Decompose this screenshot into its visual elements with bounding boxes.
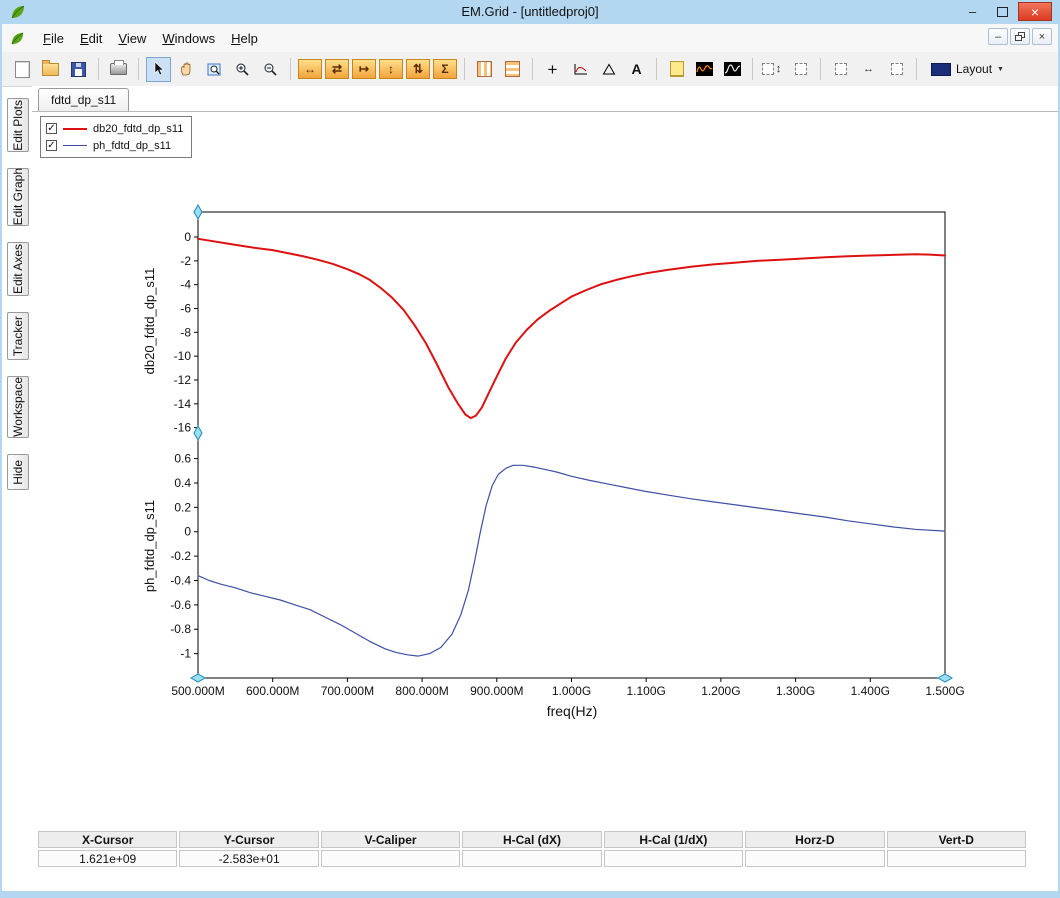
y-tick-label: -14 [174, 397, 192, 411]
legend-checkbox-db20[interactable]: ✓ [46, 123, 57, 134]
y-axis-label-db20: db20_fdtd_dp_s11 [142, 268, 157, 375]
legend-label: db20_fdtd_dp_s11 [93, 123, 183, 135]
legend-label: ph_fdtd_dp_s11 [93, 140, 171, 152]
window-bottom-border [2, 891, 1058, 898]
y-tick-label: -0.4 [170, 573, 191, 587]
x-tick-label: 1.200G [701, 684, 740, 698]
legend-entry[interactable]: ✓ ph_fdtd_dp_s11 [46, 137, 183, 154]
x-tick-label: 1.000G [552, 684, 591, 698]
status-value-h-cal-dx [462, 850, 601, 867]
y-tick-label: -0.2 [170, 549, 191, 563]
y-tick-label: -4 [180, 278, 191, 292]
y-tick-label: 0 [184, 230, 191, 244]
x-tick-label: 1.500G [925, 684, 964, 698]
status-value-v-caliper [321, 850, 460, 867]
status-value-row: 1.621e+09 -2.583e+01 [38, 850, 1026, 867]
status-header-horz-d: Horz-D [745, 831, 884, 848]
x-tick-label: 500.000M [171, 684, 224, 698]
y-tick-label: 0.4 [174, 476, 191, 490]
status-header-h-cal-dx: H-Cal (dX) [462, 831, 601, 848]
plot-frame [198, 212, 945, 678]
y-tick-label: 0.2 [174, 500, 191, 514]
status-header-v-caliper: V-Caliper [321, 831, 460, 848]
legend-line-sample [63, 128, 87, 130]
x-tick-label: 1.400G [851, 684, 890, 698]
status-value-vert-d [887, 850, 1026, 867]
y-tick-label: 0 [184, 525, 191, 539]
status-value-h-cal-1dx [604, 850, 743, 867]
legend-checkbox-ph[interactable]: ✓ [46, 140, 57, 151]
app-window: EM.Grid - [untitledproj0] – × File Edit … [0, 0, 1060, 898]
legend: ✓ db20_fdtd_dp_s11 ✓ ph_fdtd_dp_s11 [40, 116, 192, 158]
x-axis-label: freq(Hz) [547, 703, 598, 719]
y-tick-label: -1 [180, 647, 191, 661]
status-value-x-cursor: 1.621e+09 [38, 850, 177, 867]
y-tick-label: -10 [174, 349, 192, 363]
x-tick-label: 800.000M [395, 684, 448, 698]
y-tick-label: -0.8 [170, 622, 191, 636]
x-tick-label: 1.300G [776, 684, 815, 698]
status-header-row: X-Cursor Y-Cursor V-Caliper H-Cal (dX) H… [38, 831, 1026, 848]
legend-entry[interactable]: ✓ db20_fdtd_dp_s11 [46, 120, 183, 137]
y-tick-label: -2 [180, 254, 191, 268]
y-tick-label: -16 [174, 421, 192, 435]
y-tick-label: -6 [180, 301, 191, 315]
y-axis-label-ph: ph_fdtd_dp_s11 [142, 500, 157, 592]
x-tick-label: 900.000M [470, 684, 523, 698]
x-tick-label: 700.000M [321, 684, 374, 698]
status-header-vert-d: Vert-D [887, 831, 1026, 848]
y-tick-label: -12 [174, 373, 192, 387]
status-value-horz-d [745, 850, 884, 867]
legend-line-sample [63, 145, 87, 146]
cursor-status-bar: X-Cursor Y-Cursor V-Caliper H-Cal (dX) H… [38, 831, 1026, 869]
status-header-x-cursor: X-Cursor [38, 831, 177, 848]
axis-handle-top[interactable] [194, 205, 202, 219]
status-header-h-cal-1dx: H-Cal (1/dX) [604, 831, 743, 848]
y-tick-label: -0.6 [170, 598, 191, 612]
x-tick-label: 1.100G [627, 684, 666, 698]
axis-handle-bottom-right[interactable] [938, 674, 952, 682]
series-ph_fdtd_dp_s11 [198, 465, 945, 656]
status-value-y-cursor: -2.583e+01 [179, 850, 318, 867]
axis-handle-bottom-left[interactable] [191, 674, 205, 682]
status-header-y-cursor: Y-Cursor [179, 831, 318, 848]
y-tick-label: 0.6 [174, 452, 191, 466]
series-db20_fdtd_dp_s11 [198, 239, 945, 418]
x-tick-label: 600.000M [246, 684, 299, 698]
y-tick-label: -8 [180, 325, 191, 339]
